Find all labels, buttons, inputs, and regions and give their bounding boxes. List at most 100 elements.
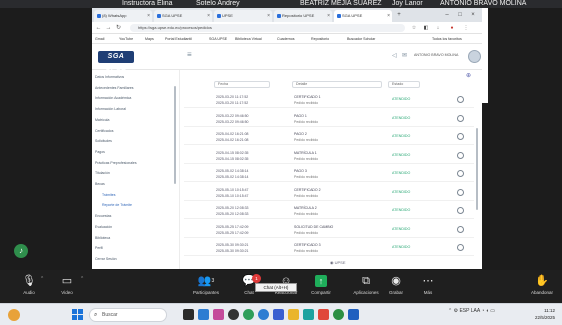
chevron-up-icon[interactable]: ⌃ <box>448 308 452 314</box>
browser-app-icon[interactable] <box>333 309 344 320</box>
table-row[interactable]: 2025-05-02 14:38:14 2025-05-02 14:38:14 PA… <box>184 166 474 182</box>
app-logo[interactable]: SGA UPSE <box>98 51 134 72</box>
status-badge[interactable]: ATENDIDO <box>392 116 410 120</box>
video-button[interactable]: ▭ Video ⌃ <box>52 273 84 301</box>
browser-tab[interactable]: UPSE × <box>214 10 272 22</box>
sidebar-item[interactable]: Evaluación <box>95 224 175 231</box>
close-icon[interactable]: × <box>147 10 150 22</box>
sidebar-item[interactable]: Información Laboral <box>95 106 175 113</box>
battery-icon[interactable]: ▭ <box>490 308 495 314</box>
share-button[interactable]: ↑ Compartir <box>305 273 337 301</box>
browser-tab[interactable]: Repositorio UPSE × <box>274 10 332 22</box>
row-radio-icon[interactable] <box>457 151 464 159</box>
sidebar-item[interactable]: Perfil <box>95 245 175 252</box>
row-radio-icon[interactable] <box>457 170 464 177</box>
user-name[interactable]: ANTONIO BRAVO MOLINA <box>414 53 466 57</box>
bookmark-item[interactable]: Repositorio <box>311 34 345 44</box>
column-filter-status[interactable]: Estado <box>388 81 420 88</box>
chevron-up-icon[interactable]: ⌃ <box>80 276 84 282</box>
row-radio-icon[interactable] <box>457 244 464 251</box>
windows-start-icon[interactable] <box>72 309 84 321</box>
sidebar-item[interactable]: Matrícula <box>95 117 175 124</box>
zoom-icon[interactable] <box>258 309 269 320</box>
store-icon[interactable] <box>303 309 314 320</box>
column-filter-date[interactable]: Fecha <box>214 81 270 88</box>
bookmark-item[interactable]: Maps <box>145 34 163 44</box>
chrome-icon[interactable] <box>243 309 254 320</box>
bookmark-item[interactable]: Todos los favoritos <box>432 34 480 44</box>
file-explorer-icon[interactable] <box>288 309 299 320</box>
row-radio-icon[interactable] <box>457 133 464 140</box>
gear-icon[interactable]: ⚙ <box>454 308 458 314</box>
edge-icon[interactable] <box>198 309 209 320</box>
status-badge[interactable]: ATENDIDO <box>392 208 410 212</box>
table-row[interactable]: 2025-03-22 09:46:50 2025-03-22 09:46:50 PA… <box>184 111 474 127</box>
close-window-icon[interactable]: × <box>468 10 478 20</box>
row-radio-icon[interactable] <box>457 225 464 233</box>
browser-menu-icon[interactable]: ⋮ <box>462 24 470 32</box>
status-badge[interactable]: ATENDIDO <box>392 153 410 157</box>
reload-icon[interactable]: ↻ <box>114 23 123 33</box>
star-icon[interactable]: ☆ <box>410 24 418 32</box>
maximize-icon[interactable]: □ <box>455 10 465 20</box>
leave-button[interactable]: ✋ Abandonar <box>524 273 560 301</box>
sidebar-item[interactable]: Trámites <box>102 192 174 199</box>
close-icon[interactable]: × <box>327 10 330 22</box>
browser-tab[interactable]: (8) WhatsApp × <box>94 10 152 22</box>
row-radio-icon[interactable] <box>457 207 464 214</box>
sidebar-item[interactable]: Biblioteca <box>95 235 175 242</box>
volume-icon[interactable]: ◖ <box>486 308 489 314</box>
lang-indicator[interactable]: ESP LAA <box>459 308 479 314</box>
avatar[interactable] <box>468 50 481 63</box>
sidebar-item[interactable]: Reporte de Trámite <box>102 202 174 209</box>
sidebar-item[interactable]: Becas <box>95 181 175 188</box>
download-icon[interactable]: ↓ <box>434 24 442 32</box>
wifi-icon[interactable]: ◔ <box>481 308 484 314</box>
column-filter-detail[interactable]: Detalle <box>292 81 382 88</box>
close-icon[interactable]: × <box>387 10 390 22</box>
hamburger-menu-icon[interactable]: ≡ <box>187 50 192 59</box>
sidebar-scrollbar[interactable] <box>174 86 176 184</box>
forward-icon[interactable]: → <box>104 23 113 33</box>
word-icon[interactable] <box>273 309 284 320</box>
status-badge[interactable]: ATENDIDO <box>392 171 410 175</box>
sidebar-item[interactable]: Prácticas Preprofesionales <box>95 160 175 167</box>
table-row[interactable]: 2025-05-20 12:08:33 2025-05-20 12:08:33 MA… <box>184 203 474 219</box>
browser-tab-active[interactable]: SGA UPSE × <box>334 10 392 22</box>
row-radio-icon[interactable] <box>457 114 464 122</box>
system-tray[interactable]: ⌃ ⚙ ESP LAA ◔ ◖ ▭ <box>448 308 495 314</box>
participants-button[interactable]: 👥3 Participantes <box>186 273 226 301</box>
row-radio-icon[interactable] <box>457 96 464 103</box>
taskbar-clock[interactable]: 11:12 22/5/2025 <box>525 307 555 321</box>
table-row[interactable]: 2025-05-30 09:30:21 2025-05-30 09:30:21 CE… <box>184 240 474 256</box>
chevron-up-icon[interactable]: ⌃ <box>40 276 44 282</box>
table-row[interactable]: 2025-05-10 10:15:47 2025-05-10 10:15:47 CE… <box>184 185 474 201</box>
table-row[interactable]: 2025-04-15 08:02:35 2025-04-15 08:02:35 MA… <box>184 148 474 164</box>
bookmark-item[interactable]: YouTube <box>119 34 143 44</box>
bookmark-item[interactable]: SGA UPSE <box>209 34 233 44</box>
outlook-icon[interactable] <box>348 309 359 320</box>
sidebar-item[interactable]: Pagos <box>95 149 175 156</box>
bookmark-item[interactable]: Gmail <box>95 34 117 44</box>
audio-button[interactable]: 🎙 Audio ⌃ <box>14 273 44 301</box>
sidebar-item[interactable]: Titulación <box>95 170 175 177</box>
profile-icon[interactable]: ● <box>448 24 456 32</box>
url-input[interactable]: https://sga.upse.edu.ec/procesos/pedidos <box>130 24 405 32</box>
new-tab-icon[interactable]: + <box>394 10 404 20</box>
sidebar-item[interactable]: Datos Informativos <box>95 74 175 81</box>
status-badge[interactable]: ATENDIDO <box>392 134 410 138</box>
bookmark-item[interactable]: Portal Estudiantil <box>165 34 207 44</box>
taskbar-search-input[interactable]: ⌕ Buscar <box>89 308 167 322</box>
weather-icon[interactable] <box>8 309 20 321</box>
sidebar-item[interactable]: Solicitudes <box>95 138 175 145</box>
status-badge[interactable]: ATENDIDO <box>392 97 410 101</box>
teams-icon[interactable] <box>213 309 224 320</box>
sidebar-item[interactable]: Certificados <box>95 128 175 135</box>
sidebar-item[interactable]: Cerrar Sesión <box>95 256 175 263</box>
back-icon[interactable]: ← <box>94 23 103 33</box>
pin-icon[interactable]: ⊕ <box>466 72 471 79</box>
task-view-icon[interactable] <box>183 309 194 320</box>
more-button[interactable]: ⋯ Más <box>416 273 440 301</box>
table-row[interactable]: 2025-04-02 16:21:08 2025-04-02 16:21:08 PA… <box>184 129 474 145</box>
status-badge[interactable]: ATENDIDO <box>392 227 410 231</box>
